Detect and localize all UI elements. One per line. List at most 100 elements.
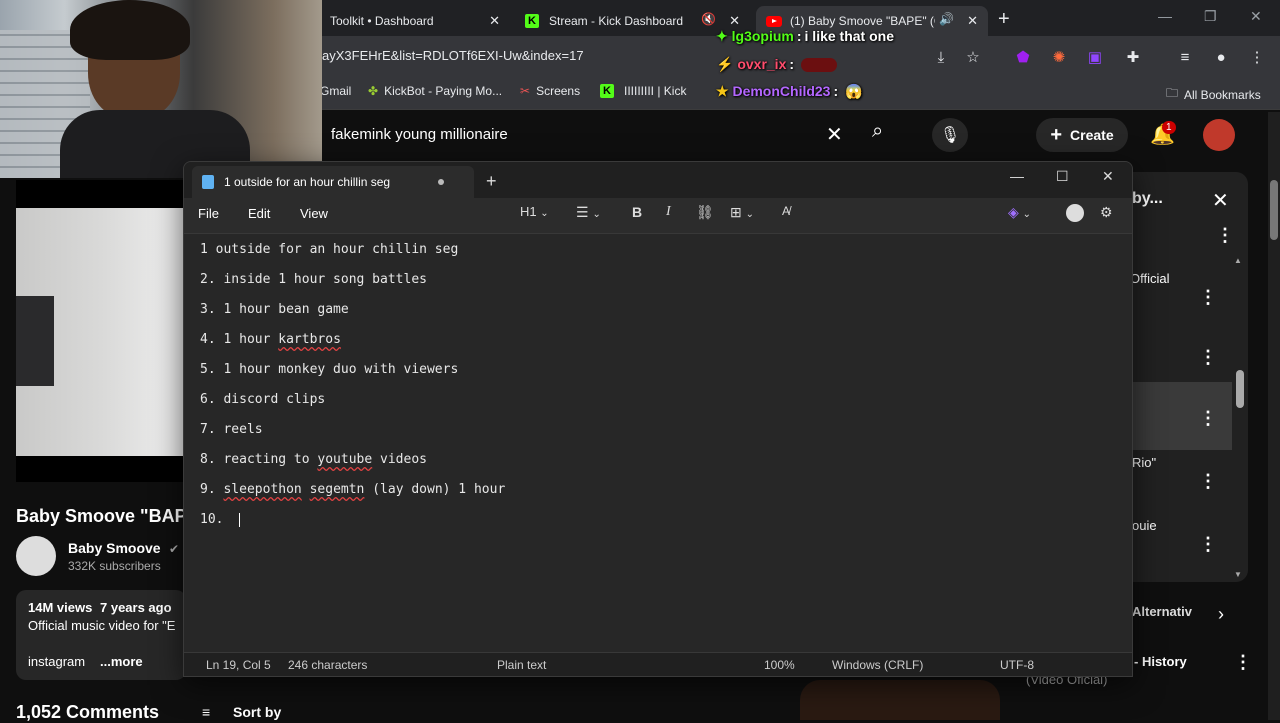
crown-badge-icon: ★: [716, 83, 729, 99]
more-link[interactable]: ...more: [100, 654, 143, 669]
profile-icon[interactable]: ●: [1210, 46, 1232, 68]
scissors-icon: ✂: [520, 84, 531, 98]
clear-formatting-icon[interactable]: A̸: [782, 204, 790, 218]
close-icon[interactable]: ✕: [729, 13, 740, 29]
bookmark-label: IIIIIIIII | Kick: [624, 84, 687, 98]
microphone-icon[interactable]: 🎙: [932, 118, 968, 152]
menu-file[interactable]: File: [198, 206, 219, 221]
zoom-level[interactable]: 100%: [764, 658, 795, 672]
menu-edit[interactable]: Edit: [248, 206, 270, 221]
text-format[interactable]: Plain text: [497, 658, 546, 672]
url-text[interactable]: ayX3FEHrE&list=RDLOTf6EXI-Uw&index=17: [322, 48, 584, 63]
puzzle-icon[interactable]: ✚: [1122, 46, 1144, 68]
bookmark-kickbot[interactable]: ✤ KickBot - Paying Mo...: [368, 84, 502, 98]
description-link[interactable]: instagram: [28, 654, 85, 669]
editor-line: 1 outside for an hour chillin seg: [200, 242, 459, 257]
ublock-icon[interactable]: ⬟: [1012, 46, 1034, 68]
media-icon[interactable]: ≡: [1174, 46, 1196, 68]
panel-scrollbar[interactable]: [1236, 370, 1244, 408]
chat-username: DemonChild23: [732, 83, 831, 99]
chat-username: ovxr_ix: [737, 56, 787, 72]
more-options-icon[interactable]: ⋮: [1234, 652, 1252, 673]
scroll-up-icon[interactable]: ▲: [1234, 256, 1242, 265]
encoding[interactable]: UTF-8: [1000, 658, 1034, 672]
more-options-icon[interactable]: ⋮: [1199, 471, 1217, 492]
current-playlist-item[interactable]: [1132, 382, 1232, 450]
sort-by-button[interactable]: Sort by: [233, 704, 281, 720]
unsaved-dot-icon[interactable]: [438, 179, 444, 185]
description-text: Official music video for "E: [28, 618, 176, 633]
panel-item-label[interactable]: ouie: [1132, 518, 1157, 533]
related-thumbnail[interactable]: [800, 680, 1000, 720]
speaker-icon[interactable]: 🔊: [939, 12, 954, 26]
copilot-icon[interactable]: ◈ ⌄: [1008, 204, 1031, 221]
all-bookmarks[interactable]: 🗀 All Bookmarks: [1166, 84, 1261, 105]
editor-line: 6. discord clips: [200, 392, 326, 407]
text-editor[interactable]: [184, 234, 1132, 652]
notepad-tab[interactable]: 1 outside for an hour chillin seg: [192, 166, 474, 198]
account-icon[interactable]: [1066, 204, 1084, 222]
more-options-icon[interactable]: ⋮: [1199, 408, 1217, 429]
tab-kick-dashboard[interactable]: K Stream - Kick Dashboard 🔇 ✕: [515, 6, 750, 36]
badge-icon: ✦: [716, 28, 728, 44]
channel-avatar[interactable]: [16, 536, 56, 576]
minimize-icon[interactable]: —: [1010, 168, 1024, 184]
panel-item-label[interactable]: Official: [1130, 271, 1170, 286]
bold-icon[interactable]: B: [632, 204, 642, 220]
menu-icon[interactable]: ⋮: [1246, 46, 1268, 68]
search-input[interactable]: fakemink young millionaire: [331, 126, 508, 143]
text-caret: [239, 512, 241, 527]
settings-gear-icon[interactable]: ⚙: [1100, 204, 1113, 221]
restore-icon[interactable]: ❐: [1204, 8, 1217, 25]
bookmark-kick[interactable]: K IIIIIIIII | Kick: [600, 84, 686, 98]
list-icon[interactable]: ☰ ⌄: [576, 204, 601, 221]
menu-view[interactable]: View: [300, 206, 328, 221]
notepad-tab-title: 1 outside for an hour chillin seg: [224, 175, 391, 189]
table-icon[interactable]: ⊞ ⌄: [730, 204, 754, 221]
search-icon[interactable]: ⌕: [872, 120, 883, 143]
youtube-logo-icon: [766, 15, 782, 27]
plus-icon: +: [1050, 123, 1063, 146]
extension-icon[interactable]: ✺: [1048, 46, 1070, 68]
close-icon[interactable]: ✕: [1102, 168, 1114, 185]
more-options-icon[interactable]: ⋮: [1199, 534, 1217, 555]
more-options-icon[interactable]: ⋮: [1199, 287, 1217, 308]
chat-separator: :: [789, 56, 795, 72]
page-scrollbar-thumb[interactable]: [1270, 180, 1278, 240]
new-tab-button[interactable]: +: [998, 8, 1010, 31]
emote-icon: [800, 58, 837, 73]
close-icon[interactable]: ✕: [1250, 8, 1262, 25]
chevron-right-icon[interactable]: ›: [1218, 604, 1224, 625]
close-icon[interactable]: ✕: [1212, 188, 1229, 213]
chat-message: ✦ lg3opium: i like that one: [716, 28, 894, 45]
maximize-icon[interactable]: ☐: [1056, 168, 1069, 185]
bookmark-screens[interactable]: ✂ Screens: [520, 84, 580, 98]
minimize-icon[interactable]: —: [1158, 8, 1172, 24]
avatar[interactable]: [1203, 119, 1235, 151]
tab-toolkit-dashboard[interactable]: Toolkit • Dashboard ✕: [320, 6, 510, 36]
star-icon[interactable]: ☆: [962, 46, 984, 68]
heading-dropdown[interactable]: H1 ⌄: [520, 204, 549, 219]
webcam-overlay: [0, 0, 322, 178]
link-icon[interactable]: ⛓: [696, 204, 714, 221]
italic-icon[interactable]: I: [666, 204, 671, 220]
close-icon[interactable]: ✕: [489, 13, 500, 29]
bookmark-gmail[interactable]: Gmail: [320, 84, 351, 98]
panel-item-label[interactable]: Rio": [1132, 455, 1156, 470]
editor-line-current: 10.: [200, 512, 241, 527]
more-options-icon[interactable]: ⋮: [1199, 347, 1217, 368]
channel-name[interactable]: Baby Smoove: [68, 540, 161, 556]
clear-search-icon[interactable]: ✕: [826, 122, 843, 147]
scroll-down-icon[interactable]: ▼: [1234, 570, 1242, 579]
create-button[interactable]: + Create: [1036, 118, 1128, 152]
line-ending[interactable]: Windows (CRLF): [832, 658, 923, 672]
sort-icon[interactable]: ≡: [202, 704, 210, 720]
more-options-icon[interactable]: ⋮: [1216, 225, 1234, 246]
muted-speaker-icon[interactable]: 🔇: [701, 12, 716, 26]
close-icon[interactable]: ✕: [967, 13, 978, 29]
new-tab-button[interactable]: +: [486, 171, 497, 192]
related-video-title[interactable]: - History: [1134, 654, 1187, 669]
twitch-icon[interactable]: ▣: [1084, 46, 1106, 68]
chip-label[interactable]: Alternativ: [1132, 604, 1192, 619]
install-icon[interactable]: ⤓: [930, 46, 952, 68]
